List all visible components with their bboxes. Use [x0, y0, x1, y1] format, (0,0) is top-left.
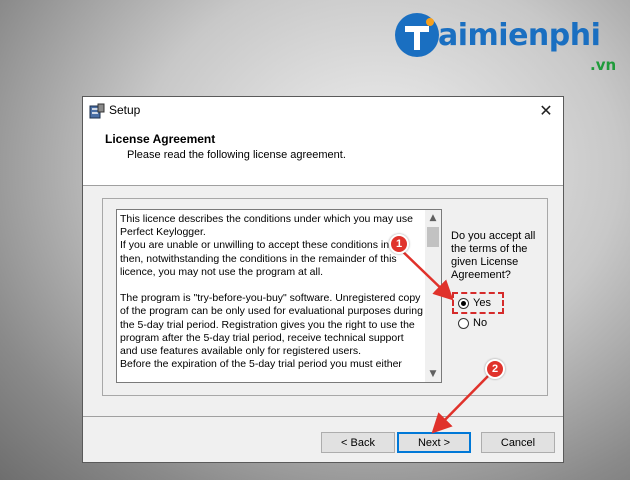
scroll-up-icon[interactable]: ▲: [425, 210, 441, 226]
taimienphi-watermark: aimienphi .vn: [394, 12, 626, 76]
close-button[interactable]: ✕: [529, 97, 563, 125]
taimienphi-logo-icon: [395, 13, 439, 57]
scrollbar-thumb[interactable]: [427, 227, 439, 247]
scroll-down-icon[interactable]: ▼: [425, 366, 441, 382]
title-bar[interactable]: Setup ✕: [83, 97, 563, 125]
close-icon: ✕: [539, 101, 553, 120]
wizard-header: License Agreement Please read the follow…: [83, 125, 563, 186]
step-2-badge: 2: [485, 359, 505, 379]
radio-no-label[interactable]: No: [473, 317, 487, 329]
watermark-domain: .vn: [590, 56, 617, 74]
step-1-badge: 1: [389, 234, 409, 254]
license-text: This licence describes the conditions un…: [120, 213, 423, 371]
back-button[interactable]: < Back: [321, 432, 395, 453]
watermark-brand: aimienphi: [438, 18, 601, 53]
radio-no-indicator[interactable]: [458, 317, 469, 329]
radio-yes-label[interactable]: Yes: [473, 297, 491, 309]
page-title: License Agreement: [105, 132, 216, 146]
window-title: Setup: [109, 103, 141, 117]
license-scrollbar[interactable]: ▲ ▼: [425, 210, 441, 382]
cancel-button[interactable]: Cancel: [481, 432, 555, 453]
installer-app-icon: [89, 103, 105, 119]
next-button[interactable]: Next >: [397, 432, 471, 453]
accept-question: Do you accept all the terms of the given…: [451, 230, 536, 281]
radio-no[interactable]: No: [458, 317, 487, 329]
setup-dialog: Setup ✕ License Agreement Please read th…: [82, 96, 564, 463]
radio-yes[interactable]: Yes: [458, 297, 491, 309]
button-separator: [83, 416, 563, 417]
page-subtitle: Please read the following license agreem…: [127, 149, 346, 161]
radio-yes-indicator[interactable]: [458, 297, 469, 309]
